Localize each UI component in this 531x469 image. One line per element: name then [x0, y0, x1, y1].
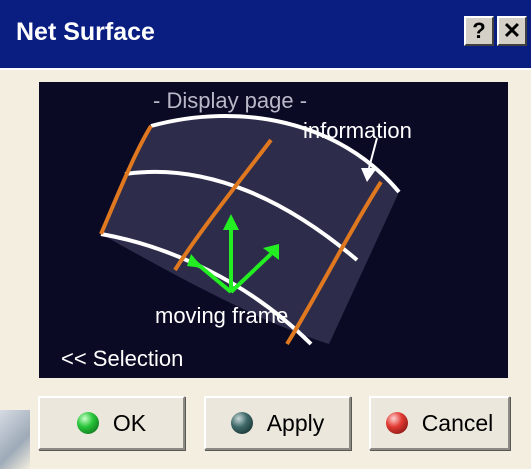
apply-button[interactable]: Apply — [204, 396, 351, 450]
moving-frame-label: moving frame — [155, 303, 289, 328]
dark-ball-icon — [230, 412, 253, 434]
ok-button[interactable]: OK — [38, 396, 185, 450]
preview-panel: - Display page - information moving fram… — [39, 82, 508, 378]
close-icon: ✕ — [502, 18, 522, 43]
close-button[interactable]: ✕ — [497, 16, 527, 46]
cancel-button-label: Cancel — [421, 409, 494, 436]
selection-link[interactable]: << Selection — [61, 346, 183, 372]
net-surface-dialog: Net Surface ? ✕ - Display page - informa… — [0, 0, 531, 469]
cancel-button[interactable]: Cancel — [369, 396, 510, 450]
title-bar[interactable]: Net Surface ? ✕ — [0, 0, 531, 70]
ok-button-label: OK — [112, 409, 147, 436]
red-ball-icon — [385, 412, 408, 434]
button-row: OK Apply Cancel — [0, 396, 531, 456]
question-mark-icon: ? — [472, 18, 486, 43]
display-page-label: - Display page - — [153, 88, 308, 113]
help-button[interactable]: ? — [464, 16, 494, 46]
green-ball-icon — [76, 412, 99, 434]
information-label: information — [303, 118, 412, 143]
apply-button-label: Apply — [266, 409, 325, 436]
surface-illustration — [99, 114, 401, 346]
window-title: Net Surface — [16, 18, 155, 46]
